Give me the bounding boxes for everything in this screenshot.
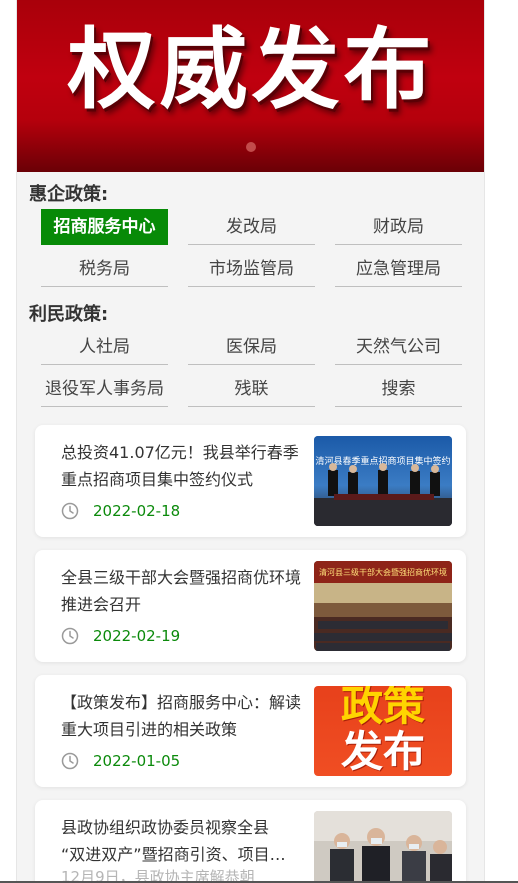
tag-emergency-management-bureau[interactable]: 应急管理局 — [335, 251, 462, 287]
carousel-indicator-dot[interactable] — [246, 142, 256, 152]
news-date: 2022-01-05 — [93, 752, 181, 770]
section-heading-limin: 利民政策: — [29, 304, 109, 325]
news-title: 【政策发布】招商服务中心：解读重大项目引进的相关政策 — [61, 693, 302, 739]
news-thumbnail: 清河县春季重点招商项目集中签约 — [314, 436, 452, 526]
clock-icon — [61, 502, 79, 520]
news-thumbnail: 清河县三级干部大会暨强招商优环境 — [314, 561, 452, 651]
news-meta: 2022-01-05 — [61, 751, 180, 771]
news-date: 2022-02-18 — [93, 502, 181, 520]
clock-icon — [61, 627, 79, 645]
news-card[interactable]: 县政协组织政协委员视察全县 “双进双产”暨招商引资、项目… 12月9日，县政协主… — [35, 800, 466, 883]
tag-investment-service-center[interactable]: 招商服务中心 — [41, 209, 168, 245]
tag-human-resources-bureau[interactable]: 人社局 — [41, 329, 168, 365]
news-thumbnail: 政策 发布 — [314, 686, 452, 776]
limin-policy-grid: 人社局 医保局 天然气公司 退役军人事务局 残联 搜索 — [41, 329, 462, 407]
news-thumbnail — [314, 811, 452, 883]
news-meta: 2022-02-19 — [61, 626, 180, 646]
banner-carousel[interactable]: 权威发布 — [17, 0, 484, 172]
news-title: 县政协组织政协委员视察全县 “双进双产”暨招商引资、项目… — [61, 814, 301, 868]
news-title-line1: 县政协组织政协委员视察全县 — [61, 818, 270, 837]
tag-finance-bureau[interactable]: 财政局 — [335, 209, 462, 245]
tag-disabled-federation[interactable]: 残联 — [188, 371, 315, 407]
clock-icon — [61, 752, 79, 770]
thumb-caption: 清河县三级干部大会暨强招商优环境 — [319, 567, 447, 577]
tag-natural-gas-company[interactable]: 天然气公司 — [335, 329, 462, 365]
tag-medical-insurance-bureau[interactable]: 医保局 — [188, 329, 315, 365]
tag-market-supervision-bureau[interactable]: 市场监管局 — [188, 251, 315, 287]
news-card[interactable]: 总投资41.07亿元！我县举行春季重点招商项目集中签约仪式 2022-02-18… — [35, 425, 466, 537]
thumb-caption-line1: 政策 — [340, 686, 425, 730]
news-card[interactable]: 【政策发布】招商服务中心：解读重大项目引进的相关政策 2022-01-05 政策… — [35, 675, 466, 787]
section-heading-huiqi: 惠企政策: — [29, 184, 109, 205]
tag-search[interactable]: 搜索 — [335, 371, 462, 407]
thumb-caption-line2: 发布 — [340, 727, 425, 776]
inspection-visit-photo — [314, 811, 452, 883]
news-title: 总投资41.07亿元！我县举行春季重点招商项目集中签约仪式 — [61, 443, 299, 489]
conference-hall-photo: 清河县三级干部大会暨强招商优环境 — [314, 561, 452, 651]
tag-tax-bureau[interactable]: 税务局 — [41, 251, 168, 287]
news-title: 全县三级干部大会暨强招商优环境推进会召开 — [61, 568, 302, 614]
news-card[interactable]: 全县三级干部大会暨强招商优环境推进会召开 2022-02-19 清河县三级干部大… — [35, 550, 466, 662]
tag-development-reform-bureau[interactable]: 发改局 — [188, 209, 315, 245]
banner-title: 权威发布 — [67, 18, 436, 121]
news-date: 2022-02-19 — [93, 627, 181, 645]
signing-ceremony-photo: 清河县春季重点招商项目集中签约 — [314, 436, 452, 526]
news-meta: 2022-02-18 — [61, 501, 180, 521]
page: 权威发布 惠企政策: 招商服务中心 发改局 财政局 税务局 市场监管局 应急管理… — [16, 0, 485, 883]
huiqi-policy-grid: 招商服务中心 发改局 财政局 税务局 市场监管局 应急管理局 — [41, 209, 462, 287]
tag-veterans-affairs-bureau[interactable]: 退役军人事务局 — [41, 371, 168, 407]
news-title-line2: “双进双产”暨招商引资、项目… — [61, 845, 286, 864]
